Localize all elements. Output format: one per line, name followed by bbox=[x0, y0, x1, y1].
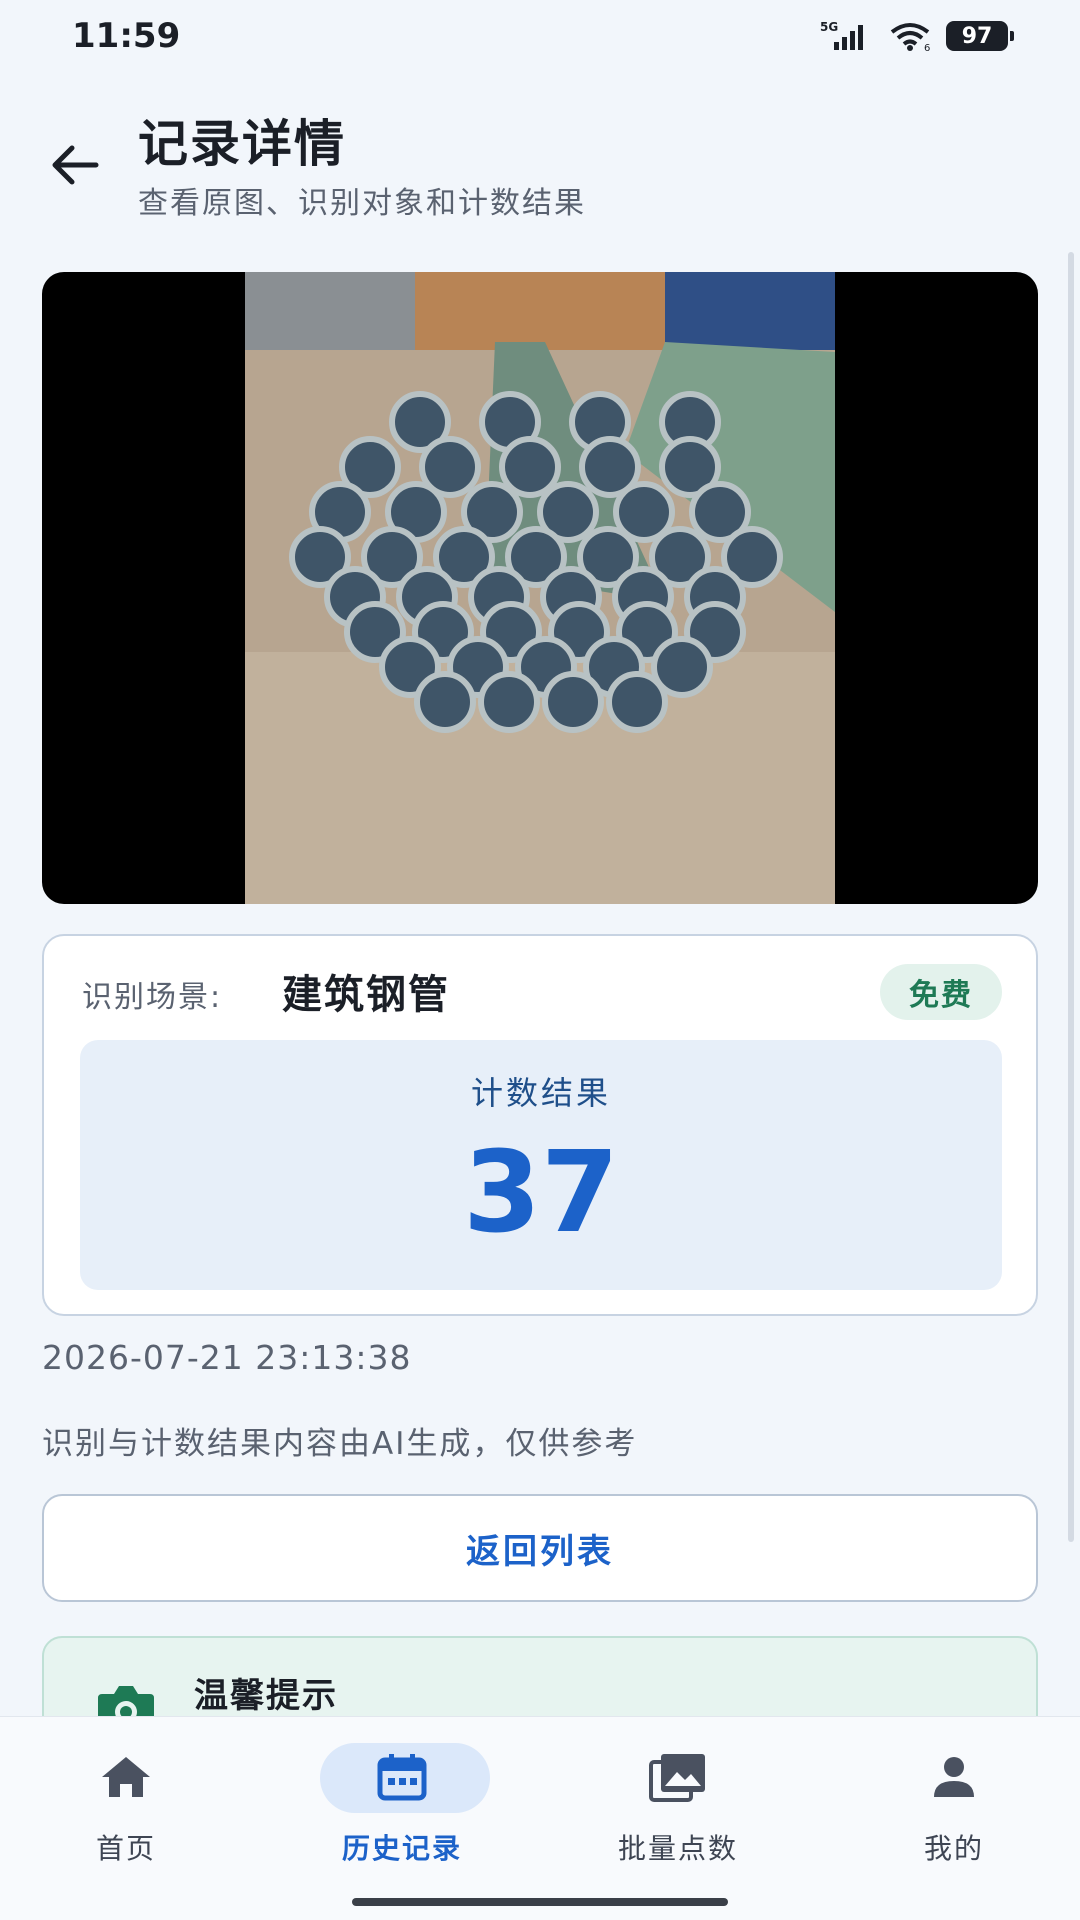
scene-value: 建筑钢管 bbox=[282, 972, 450, 1018]
pipe-end bbox=[606, 671, 668, 733]
home-icon bbox=[96, 1751, 156, 1803]
pipe-end bbox=[542, 671, 604, 733]
pipe-end bbox=[499, 436, 561, 498]
page-subtitle: 查看原图、识别对象和计数结果 bbox=[138, 186, 586, 221]
back-to-list-button[interactable]: 返回列表 bbox=[42, 1494, 1038, 1602]
network-type-label: 5G bbox=[820, 20, 838, 34]
battery-indicator: 97 bbox=[946, 21, 1014, 51]
nav-label-profile: 我的 bbox=[923, 1832, 984, 1865]
nav-item-profile[interactable]: 我的 bbox=[854, 1747, 1054, 1867]
home-indicator[interactable] bbox=[352, 1898, 728, 1906]
count-result-value: 37 bbox=[463, 1128, 619, 1258]
record-photo-frame[interactable] bbox=[42, 272, 1038, 904]
gallery-icon bbox=[648, 1751, 708, 1803]
nav-label-home: 首页 bbox=[95, 1832, 156, 1865]
nav-item-batch-count[interactable]: 批量点数 bbox=[578, 1747, 778, 1867]
calendar-icon bbox=[372, 1751, 432, 1803]
record-timestamp: 2026-07-21 23:13:38 bbox=[42, 1338, 412, 1377]
wifi-icon: 6 bbox=[890, 23, 930, 52]
ai-disclaimer: 识别与计数结果内容由AI生成，仅供参考 bbox=[42, 1426, 638, 1462]
result-card: 识别场景: 建筑钢管 免费 计数结果 37 bbox=[42, 934, 1038, 1316]
free-badge: 免费 bbox=[880, 964, 1002, 1020]
steel-pipes-photo bbox=[245, 272, 835, 904]
nav-item-home[interactable]: 首页 bbox=[26, 1747, 226, 1867]
status-time: 11:59 bbox=[72, 16, 181, 56]
bottom-nav: 首页 历史记录 批量点数 我的 bbox=[0, 1716, 1080, 1920]
pipe-end bbox=[478, 671, 540, 733]
scene-label: 识别场景: bbox=[82, 980, 223, 1015]
nav-label-history: 历史记录 bbox=[341, 1832, 462, 1865]
status-icons: 5G 6 97 bbox=[820, 20, 1014, 52]
status-bar: 11:59 5G 6 97 bbox=[0, 0, 1080, 72]
back-button[interactable] bbox=[40, 130, 110, 200]
page-title: 记录详情 bbox=[138, 115, 346, 173]
cellular-signal-icon: 5G bbox=[820, 20, 863, 50]
tip-title: 温馨提示 bbox=[194, 1676, 338, 1716]
count-result-box: 计数结果 37 bbox=[80, 1040, 1002, 1290]
pipe-end bbox=[414, 671, 476, 733]
scrollbar[interactable] bbox=[1068, 252, 1074, 1542]
pipe-bundle-illustration bbox=[245, 272, 835, 904]
count-result-label: 计数结果 bbox=[470, 1074, 611, 1112]
person-icon bbox=[924, 1751, 984, 1803]
nav-item-history[interactable]: 历史记录 bbox=[302, 1743, 502, 1867]
svg-text:6: 6 bbox=[924, 43, 930, 52]
arrow-left-icon bbox=[52, 145, 99, 185]
nav-label-batch-count: 批量点数 bbox=[617, 1832, 738, 1865]
